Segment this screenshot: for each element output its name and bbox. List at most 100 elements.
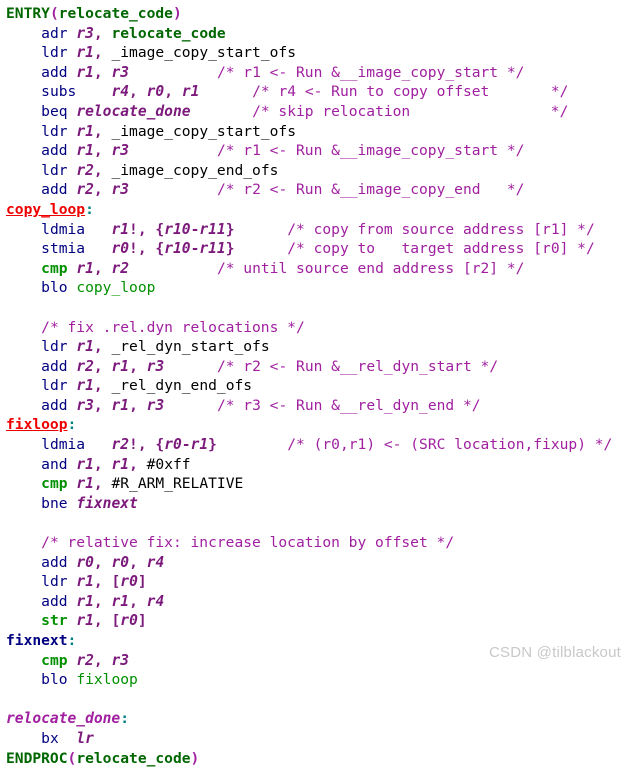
code-token: r1 [76,123,94,140]
code-token [68,338,77,355]
code-token: r2 [111,436,129,453]
code-token [6,730,41,747]
code-token: _image_copy_end_ofs [103,162,279,179]
code-token: , [164,83,173,100]
code-token [68,495,77,512]
code-token: { [155,436,164,453]
code-token [235,221,288,238]
code-token: ] [138,573,147,590]
code-token: , [94,358,103,375]
code-token: r3 [111,64,129,81]
code-token: r4 [147,554,165,571]
code-line: subs r4, r0, r1 /* r4 <- Run to copy off… [6,82,631,102]
code-token: - [182,436,191,453]
code-token: r1 [76,44,94,61]
code-token: , [94,554,103,571]
code-token: , [94,162,103,179]
code-token: r1 [76,260,94,277]
code-token: blo [41,279,67,296]
code-token [6,593,41,610]
code-line: add r1, r1, r4 [6,592,631,612]
code-token [6,319,41,336]
code-token: r3 [111,181,129,198]
code-token [164,397,217,414]
code-token [129,64,217,81]
code-token: r1 [182,83,200,100]
code-token: , [94,397,103,414]
code-token: add [41,142,67,159]
code-token [6,554,41,571]
code-token: ) [173,5,182,22]
code-token [173,83,182,100]
code-token: r2 [76,358,94,375]
code-token: r4 [147,593,165,610]
code-token: add [41,181,67,198]
code-line: blo copy_loop [6,278,631,298]
code-token: ] [138,612,147,629]
code-token [68,456,77,473]
code-token: ENDPROC [6,750,68,767]
code-token: r0 [76,554,94,571]
code-token [68,358,77,375]
code-token [217,436,287,453]
code-line: ldr r1, _image_copy_start_ofs [6,122,631,142]
code-listing[interactable]: ENTRY(relocate_code) adr r3, relocate_co… [0,0,631,677]
code-line: add r1, r3 /* r1 <- Run &__image_copy_st… [6,141,631,161]
code-token [138,593,147,610]
code-line: ENTRY(relocate_code) [6,4,631,24]
code-token: , [94,44,103,61]
code-token: r0 [120,612,138,629]
code-token: relocate_done [6,710,120,727]
code-token: } [226,221,235,238]
code-token: /* copy to target address [r0] */ [287,240,595,257]
code-token: r2 [76,162,94,179]
code-token [85,221,111,238]
code-token: r4 [111,83,129,100]
code-token [6,279,41,296]
code-token: , [129,554,138,571]
code-token: , [94,181,103,198]
code-token: , [94,64,103,81]
code-token: fixloop [6,416,68,433]
code-token: r1 [76,338,94,355]
code-token: ldr [41,44,67,61]
code-token: ENTRY [6,5,50,22]
code-line: fixloop: [6,415,631,435]
code-token [6,123,41,140]
code-token [6,397,41,414]
code-token: r3 [147,358,165,375]
code-line: and r1, r1, #0xff [6,455,631,475]
code-token: r3 [147,397,165,414]
code-line: beq relocate_done /* skip relocation */ [6,102,631,122]
code-token: r1 [76,64,94,81]
code-token: relocate_code [111,25,225,42]
code-token: { [155,240,164,257]
code-token: bne [41,495,67,512]
code-token: r3 [111,142,129,159]
code-token: ldmia [41,436,85,453]
code-token: r10 [164,221,190,238]
code-token: [ [111,573,120,590]
code-token: r0 [120,573,138,590]
code-token [68,652,77,669]
code-token: r1 [191,436,209,453]
code-line: add r2, r3 /* r2 <- Run &__image_copy_en… [6,180,631,200]
code-token: r0 [111,554,129,571]
code-token: !, [129,221,147,238]
code-token: , [94,573,103,590]
code-token: add [41,554,67,571]
code-token [6,142,41,159]
code-token [6,338,41,355]
code-token: _rel_dyn_start_ofs [103,338,270,355]
code-token [129,142,217,159]
code-token [68,123,77,140]
code-token [138,358,147,375]
code-token [235,240,288,257]
code-token: fixloop [76,671,138,688]
code-token [6,358,41,375]
code-token [6,221,41,238]
code-token: lr [76,730,94,747]
code-token [68,64,77,81]
code-line: ldmia r1!, {r10-r11} /* copy from source… [6,220,631,240]
code-token [68,573,77,590]
